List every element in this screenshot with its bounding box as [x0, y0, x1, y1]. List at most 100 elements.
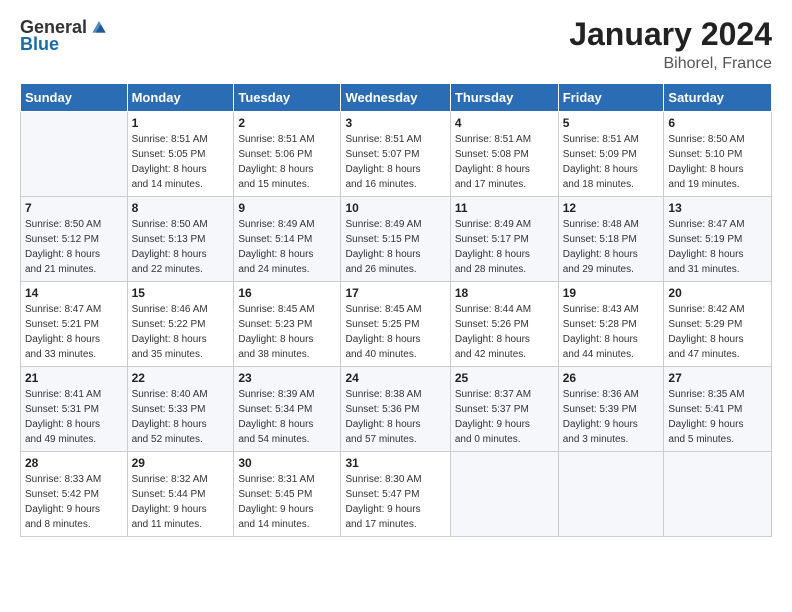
daylight-line2: and 11 minutes.: [132, 517, 230, 532]
calendar-cell: 24 Sunrise: 8:38 AMSunset: 5:36 PMDayligh…: [341, 367, 450, 452]
day-detail: Sunrise: 8:39 AMSunset: 5:34 PMDaylight:…: [238, 387, 336, 447]
day-detail: Sunrise: 8:31 AMSunset: 5:45 PMDaylight:…: [238, 472, 336, 532]
day-number: 9: [238, 201, 336, 215]
daylight-line2: and 5 minutes.: [668, 432, 767, 447]
calendar-cell: 31Sunrise: 8:30 AMSunset: 5:47 PMDayligh…: [341, 452, 450, 537]
logo: General Blue: [20, 16, 109, 55]
calendar-cell: 12Sunrise: 8:48 AMSunset: 5:18 PMDayligh…: [558, 197, 664, 282]
sunset-line: Sunset: 5:47 PM: [345, 487, 445, 502]
daylight-line1: Daylight: 8 hours: [563, 332, 660, 347]
daylight-line2: and 42 minutes.: [455, 347, 554, 362]
calendar-cell: 19Sunrise: 8:43 AMSunset: 5:28 PMDayligh…: [558, 282, 664, 367]
day-detail: Sunrise: 8:50 AMSunset: 5:10 PMDaylight:…: [668, 132, 767, 192]
daylight-line2: and 0 minutes.: [455, 432, 554, 447]
sunrise-line: Sunrise: 8:47 AM: [25, 302, 123, 317]
calendar-cell: 2Sunrise: 8:51 AMSunset: 5:06 PMDaylight…: [234, 112, 341, 197]
daylight-line1: Daylight: 9 hours: [345, 502, 445, 517]
sunset-line: Sunset: 5:10 PM: [668, 147, 767, 162]
day-detail: Sunrise: 8:42 AMSunset: 5:29 PMDaylight:…: [668, 302, 767, 362]
subtitle: Bihorel, France: [569, 55, 772, 73]
daylight-line2: and 54 minutes.: [238, 432, 336, 447]
col-header-monday: Monday: [127, 84, 234, 112]
daylight-line1: Daylight: 8 hours: [345, 247, 445, 262]
daylight-line2: and 21 minutes.: [25, 262, 123, 277]
day-number: 30: [238, 456, 336, 470]
day-detail: Sunrise: 8:49 AMSunset: 5:17 PMDaylight:…: [455, 217, 554, 277]
day-detail: Sunrise: 8:45 AMSunset: 5:23 PMDaylight:…: [238, 302, 336, 362]
sunrise-line: Sunrise: 8:35 AM: [668, 387, 767, 402]
day-number: 1: [132, 116, 230, 130]
calendar-cell: 10Sunrise: 8:49 AMSunset: 5:15 PMDayligh…: [341, 197, 450, 282]
col-header-tuesday: Tuesday: [234, 84, 341, 112]
sunrise-line: Sunrise: 8:49 AM: [238, 217, 336, 232]
daylight-line2: and 24 minutes.: [238, 262, 336, 277]
daylight-line1: Daylight: 8 hours: [238, 247, 336, 262]
sunrise-line: Sunrise: 8:33 AM: [25, 472, 123, 487]
daylight-line2: and 47 minutes.: [668, 347, 767, 362]
day-number: 8: [132, 201, 230, 215]
daylight-line1: Daylight: 8 hours: [455, 247, 554, 262]
daylight-line1: Daylight: 8 hours: [668, 332, 767, 347]
logo-icon: [89, 16, 109, 36]
daylight-line2: and 28 minutes.: [455, 262, 554, 277]
sunrise-line: Sunrise: 8:36 AM: [563, 387, 660, 402]
calendar-cell: 22Sunrise: 8:40 AMSunset: 5:33 PMDayligh…: [127, 367, 234, 452]
calendar-cell: 18Sunrise: 8:44 AMSunset: 5:26 PMDayligh…: [450, 282, 558, 367]
daylight-line2: and 18 minutes.: [563, 177, 660, 192]
sunset-line: Sunset: 5:12 PM: [25, 232, 123, 247]
calendar-cell: 6Sunrise: 8:50 AMSunset: 5:10 PMDaylight…: [664, 112, 772, 197]
day-number: 24: [345, 371, 445, 385]
sunset-line: Sunset: 5:37 PM: [455, 402, 554, 417]
day-detail: Sunrise: 8:51 AMSunset: 5:05 PMDaylight:…: [132, 132, 230, 192]
sunrise-line: Sunrise: 8:45 AM: [238, 302, 336, 317]
sunrise-line: Sunrise: 8:42 AM: [668, 302, 767, 317]
daylight-line1: Daylight: 8 hours: [455, 332, 554, 347]
day-number: 28: [25, 456, 123, 470]
sunrise-line: Sunrise: 8:51 AM: [345, 132, 445, 147]
daylight-line2: and 17 minutes.: [345, 517, 445, 532]
sunset-line: Sunset: 5:05 PM: [132, 147, 230, 162]
sunrise-line: Sunrise: 8:45 AM: [345, 302, 445, 317]
day-detail: Sunrise: 8:33 AMSunset: 5:42 PMDaylight:…: [25, 472, 123, 532]
sunset-line: Sunset: 5:23 PM: [238, 317, 336, 332]
sunset-line: Sunset: 5:29 PM: [668, 317, 767, 332]
daylight-line2: and 38 minutes.: [238, 347, 336, 362]
calendar-cell: 16Sunrise: 8:45 AMSunset: 5:23 PMDayligh…: [234, 282, 341, 367]
day-number: 13: [668, 201, 767, 215]
day-detail: Sunrise: 8:36 AMSunset: 5:39 PMDaylight:…: [563, 387, 660, 447]
daylight-line2: and 14 minutes.: [132, 177, 230, 192]
day-detail: Sunrise: 8:51 AMSunset: 5:06 PMDaylight:…: [238, 132, 336, 192]
calendar-cell: [664, 452, 772, 537]
daylight-line2: and 31 minutes.: [668, 262, 767, 277]
day-detail: Sunrise: 8:47 AMSunset: 5:19 PMDaylight:…: [668, 217, 767, 277]
sunset-line: Sunset: 5:07 PM: [345, 147, 445, 162]
day-number: 18: [455, 286, 554, 300]
day-detail: Sunrise: 8:38 AMSunset: 5:36 PMDaylight:…: [345, 387, 445, 447]
calendar-cell: 17Sunrise: 8:45 AMSunset: 5:25 PMDayligh…: [341, 282, 450, 367]
sunrise-line: Sunrise: 8:38 AM: [345, 387, 445, 402]
col-header-wednesday: Wednesday: [341, 84, 450, 112]
daylight-line2: and 29 minutes.: [563, 262, 660, 277]
daylight-line1: Daylight: 8 hours: [455, 162, 554, 177]
logo-blue: Blue: [20, 34, 59, 55]
daylight-line2: and 33 minutes.: [25, 347, 123, 362]
day-number: 11: [455, 201, 554, 215]
daylight-line1: Daylight: 8 hours: [132, 162, 230, 177]
sunrise-line: Sunrise: 8:51 AM: [132, 132, 230, 147]
day-detail: Sunrise: 8:51 AMSunset: 5:08 PMDaylight:…: [455, 132, 554, 192]
sunrise-line: Sunrise: 8:49 AM: [345, 217, 445, 232]
sunset-line: Sunset: 5:26 PM: [455, 317, 554, 332]
main-title: January 2024: [569, 16, 772, 53]
sunset-line: Sunset: 5:21 PM: [25, 317, 123, 332]
daylight-line2: and 14 minutes.: [238, 517, 336, 532]
col-header-sunday: Sunday: [21, 84, 128, 112]
daylight-line2: and 40 minutes.: [345, 347, 445, 362]
daylight-line2: and 15 minutes.: [238, 177, 336, 192]
sunset-line: Sunset: 5:34 PM: [238, 402, 336, 417]
calendar-cell: 11 Sunrise: 8:49 AMSunset: 5:17 PMDayligh…: [450, 197, 558, 282]
daylight-line2: and 8 minutes.: [25, 517, 123, 532]
daylight-line1: Daylight: 8 hours: [668, 247, 767, 262]
daylight-line2: and 57 minutes.: [345, 432, 445, 447]
sunset-line: Sunset: 5:41 PM: [668, 402, 767, 417]
calendar-week-row: 14Sunrise: 8:47 AMSunset: 5:21 PMDayligh…: [21, 282, 772, 367]
